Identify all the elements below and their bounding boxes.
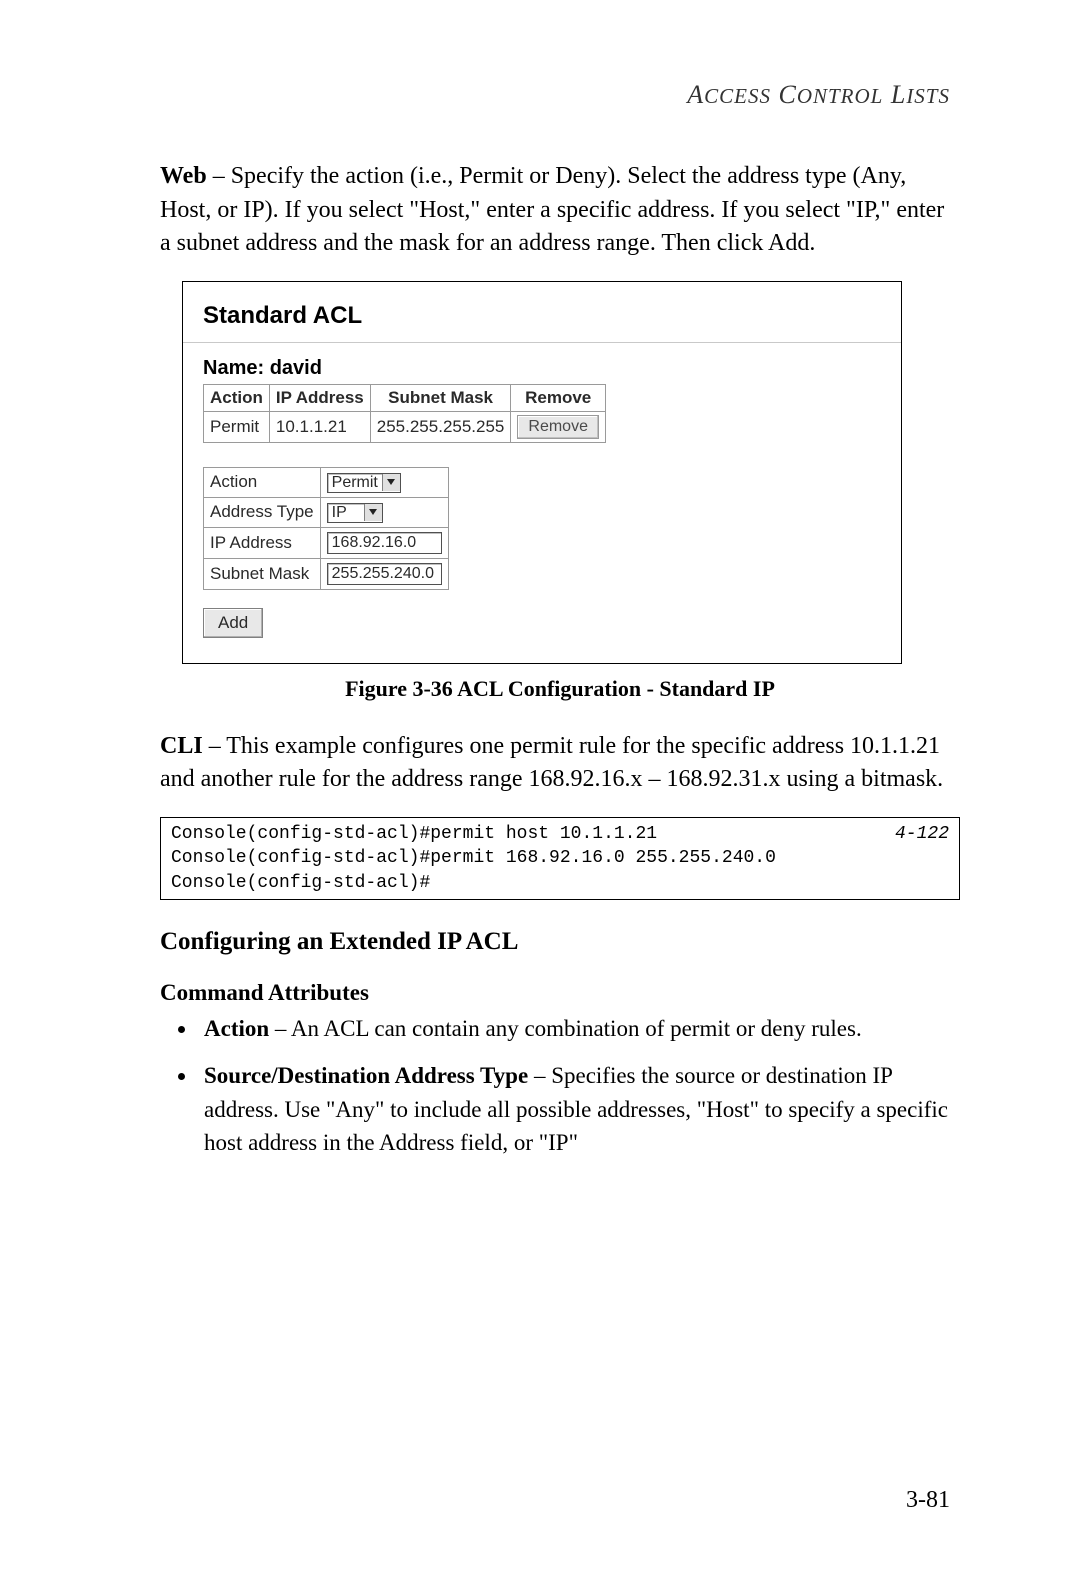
- cli-line3: Console(config-std-acl)#: [171, 873, 430, 893]
- section-heading: Configuring an Extended IP ACL: [160, 928, 960, 956]
- web-lead: Web: [160, 163, 207, 189]
- cli-line1: Console(config-std-acl)#permit host 10.1…: [171, 824, 657, 844]
- form-action-cell: Permit: [320, 467, 448, 497]
- address-type-select[interactable]: IP: [327, 503, 383, 523]
- cell-ip: 10.1.1.21: [269, 411, 370, 442]
- list-item: Action – An ACL can contain any combinat…: [198, 1012, 960, 1045]
- col-ip: IP Address: [269, 384, 370, 411]
- bullet-lead: Source/Destination Address Type: [204, 1063, 528, 1088]
- acl-form: Action Permit Address Type IP: [203, 467, 449, 590]
- form-address-type-cell: IP: [320, 497, 448, 527]
- form-ip-label: IP Address: [204, 527, 321, 558]
- table-row: Permit 10.1.1.21 255.255.255.255 Remove: [204, 411, 606, 442]
- web-paragraph: Web – Specify the action (i.e., Permit o…: [160, 160, 960, 261]
- acl-name-label: Name:: [203, 357, 270, 379]
- acl-name-field: Name: david: [203, 357, 881, 380]
- page-number: 3-81: [906, 1487, 950, 1514]
- cli-lead: CLI: [160, 733, 203, 759]
- command-attributes-list: Action – An ACL can contain any combinat…: [160, 1012, 960, 1159]
- form-ip-cell: 168.92.16.0: [320, 527, 448, 558]
- cell-action: Permit: [204, 411, 270, 442]
- cell-remove: Remove: [511, 411, 606, 442]
- cli-line2: Console(config-std-acl)#permit 168.92.16…: [171, 848, 776, 868]
- form-mask-cell: 255.255.240.0: [320, 558, 448, 589]
- figure-caption: Figure 3-36 ACL Configuration - Standard…: [160, 676, 960, 702]
- cli-example: Console(config-std-acl)#permit host 10.1…: [160, 817, 960, 900]
- cli-ref: 4-122: [895, 822, 949, 846]
- add-button[interactable]: Add: [203, 608, 263, 638]
- col-mask: Subnet Mask: [370, 384, 511, 411]
- panel-title: Standard ACL: [203, 302, 881, 330]
- chevron-down-icon: [364, 504, 382, 521]
- form-address-type-label: Address Type: [204, 497, 321, 527]
- cli-text: – This example configures one permit rul…: [160, 733, 943, 793]
- action-select[interactable]: Permit: [327, 473, 401, 493]
- remove-button[interactable]: Remove: [517, 415, 599, 439]
- action-select-value: Permit: [332, 474, 378, 492]
- panel-divider: [183, 342, 901, 343]
- col-remove: Remove: [511, 384, 606, 411]
- cli-paragraph: CLI – This example configures one permit…: [160, 730, 960, 797]
- ip-input[interactable]: 168.92.16.0: [327, 532, 442, 554]
- subsection-heading: Command Attributes: [160, 980, 960, 1006]
- list-item: Source/Destination Address Type – Specif…: [198, 1059, 960, 1159]
- cell-mask: 255.255.255.255: [370, 411, 511, 442]
- mask-input[interactable]: 255.255.240.0: [327, 563, 442, 585]
- table-header-row: Action IP Address Subnet Mask Remove: [204, 384, 606, 411]
- web-text: – Specify the action (i.e., Permit or De…: [160, 163, 944, 256]
- acl-name-value: david: [270, 357, 322, 379]
- form-mask-label: Subnet Mask: [204, 558, 321, 589]
- standard-acl-panel: Standard ACL Name: david Action IP Addre…: [182, 281, 902, 664]
- bullet-rest: – An ACL can contain any combination of …: [269, 1016, 862, 1041]
- form-action-label: Action: [204, 467, 321, 497]
- page-header: ACCESS CONTROL LISTS: [160, 80, 960, 110]
- header-title: ACCESS CONTROL LISTS: [687, 80, 950, 109]
- address-type-select-value: IP: [332, 504, 347, 522]
- bullet-lead: Action: [204, 1016, 269, 1041]
- chevron-down-icon: [382, 474, 400, 491]
- acl-entries-table: Action IP Address Subnet Mask Remove Per…: [203, 384, 606, 443]
- col-action: Action: [204, 384, 270, 411]
